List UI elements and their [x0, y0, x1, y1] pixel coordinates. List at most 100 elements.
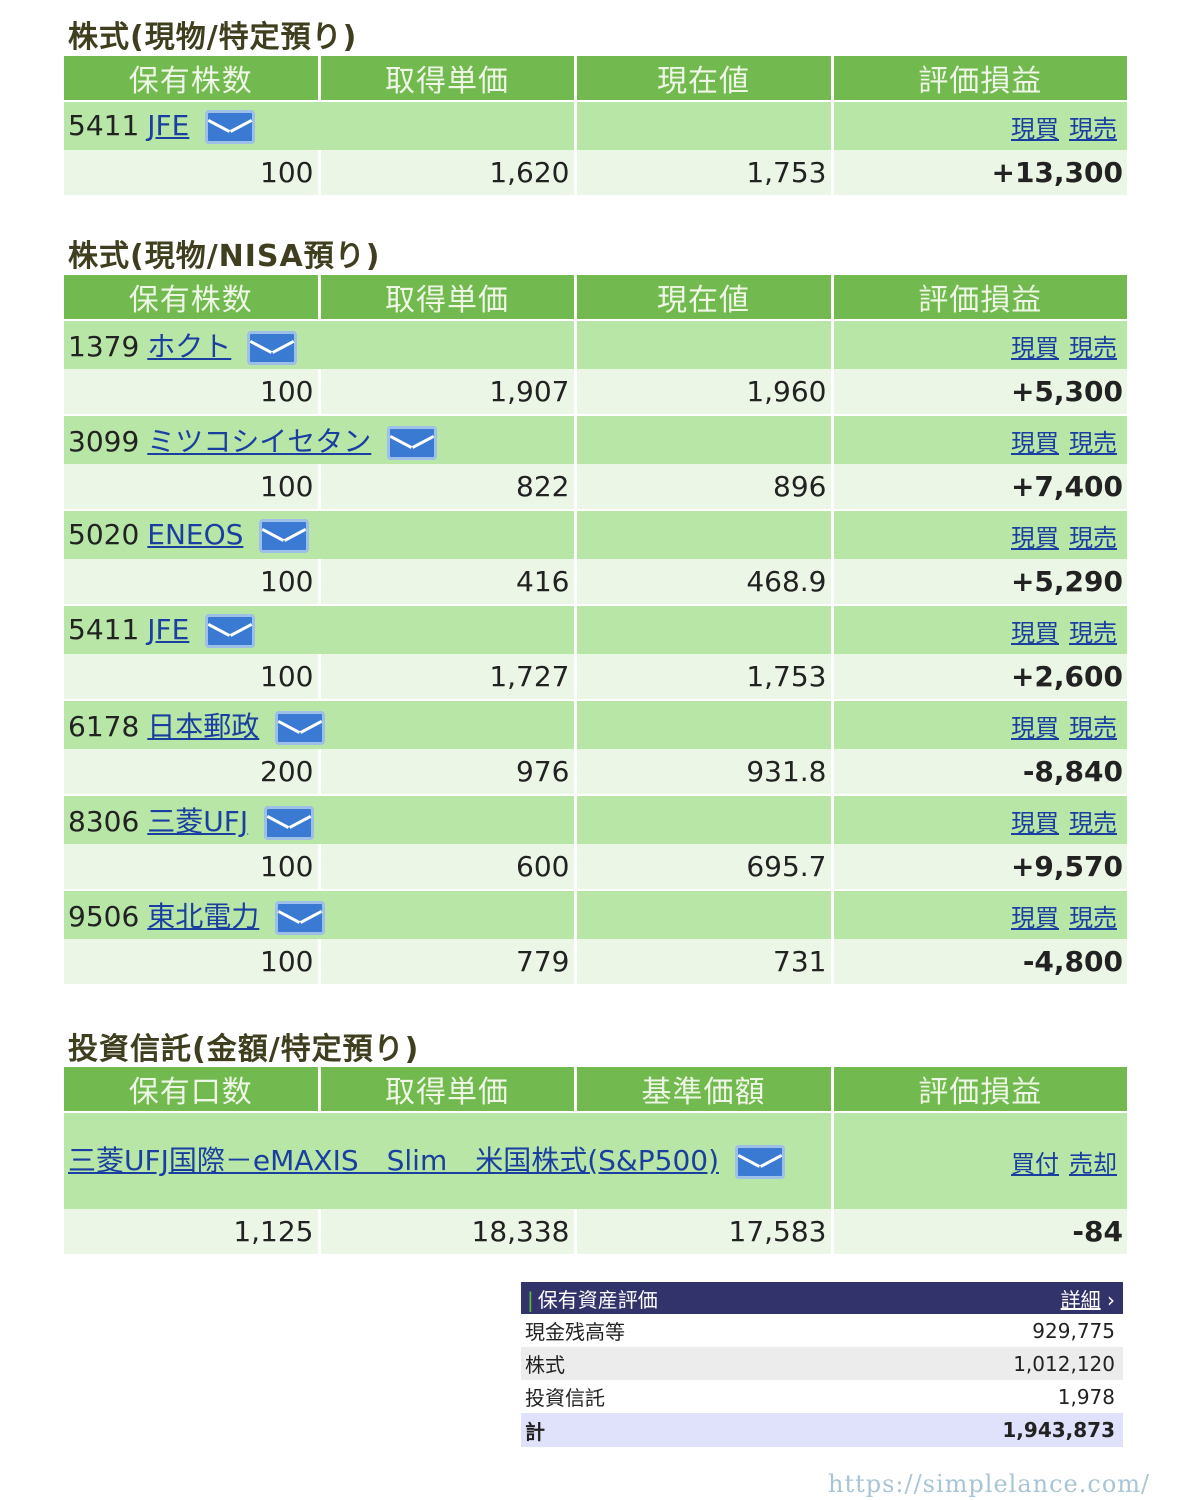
cash-sell-link[interactable]: 現売 — [1069, 904, 1117, 932]
profit-loss: +5,290 — [832, 559, 1127, 605]
fund-table: 保有口数 取得単価 基準価額 評価損益 三菱UFJ国際－eMAXIS Slim … — [64, 1067, 1127, 1254]
stock-code: 5411 — [68, 108, 140, 142]
shares-held: 100 — [64, 844, 321, 890]
blank-cell — [575, 794, 834, 844]
trade-action-cell: 現買 現売 — [832, 319, 1127, 369]
tokutei-stock-table: 保有株数 取得単価 現在値 評価損益 5411 JFE 現買 現売 100 1,620 1,… — [64, 56, 1127, 195]
shares-held: 100 — [64, 464, 321, 510]
cash-sell-link[interactable]: 現売 — [1069, 524, 1117, 552]
profit-loss: -8,840 — [832, 749, 1127, 795]
stock-name-link[interactable]: 東北電力 — [147, 900, 259, 933]
stock-name-link[interactable]: ENEOS — [147, 518, 243, 551]
cash-buy-link[interactable]: 現買 — [1011, 619, 1059, 647]
summary-row-stocks: 株式 1,012,120 — [521, 1347, 1123, 1380]
trade-action-cell: 現買 現売 — [832, 100, 1127, 150]
current-price: 931.8 — [575, 749, 834, 795]
cash-sell-link[interactable]: 現売 — [1069, 809, 1117, 837]
cash-buy-link[interactable]: 現買 — [1011, 524, 1059, 552]
fund-sell-link[interactable]: 売却 — [1069, 1150, 1117, 1178]
cash-buy-link[interactable]: 現買 — [1011, 904, 1059, 932]
section-title-mutual-funds: 投資信託(金額/特定預り) — [68, 1032, 420, 1067]
cash-sell-link[interactable]: 現売 — [1069, 334, 1117, 362]
stock-name-cell: 3099 ミツコシイセタン — [64, 414, 577, 464]
stock-name-row: 1379 ホクト 現買 現売 — [64, 319, 1127, 369]
acquisition-price: 1,620 — [319, 150, 577, 195]
section-title-nisa-stocks: 株式(現物/NISA預り) — [68, 239, 381, 274]
stock-code: 9506 — [68, 900, 140, 933]
summary-row-cash: 現金残高等 929,775 — [521, 1314, 1123, 1347]
mail-icon[interactable] — [275, 711, 326, 745]
cash-sell-link[interactable]: 現売 — [1069, 714, 1117, 742]
stock-name-row: 5411 JFE 現買 現売 — [64, 100, 1127, 150]
summary-value: 1,978 — [1057, 1384, 1115, 1409]
blank-cell — [575, 319, 834, 369]
cash-buy-link[interactable]: 現買 — [1011, 809, 1059, 837]
cash-buy-link[interactable]: 現買 — [1011, 429, 1059, 457]
stock-name-cell: 1379 ホクト — [64, 319, 577, 369]
stock-name-row: 3099 ミツコシイセタン 現買 現売 — [64, 414, 1127, 464]
shares-held: 100 — [64, 559, 321, 605]
trade-action-cell: 現買 現売 — [832, 509, 1127, 559]
fund-cost: 18,338 — [319, 1209, 577, 1254]
fund-buy-link[interactable]: 買付 — [1011, 1150, 1059, 1178]
header-cost: 取得単価 — [319, 1067, 577, 1112]
header-pl: 評価損益 — [832, 1067, 1127, 1112]
acquisition-price: 600 — [319, 844, 577, 890]
cash-buy-link[interactable]: 現買 — [1011, 334, 1059, 362]
stock-name-link[interactable]: JFE — [147, 109, 189, 142]
stock-code: 3099 — [68, 425, 140, 458]
stock-value-row: 100 1,620 1,753 +13,300 — [64, 150, 1127, 195]
mail-icon[interactable] — [264, 806, 315, 840]
stock-value-row: 100 1,727 1,753 +2,600 — [64, 654, 1127, 700]
stock-code: 6178 — [68, 710, 140, 743]
stock-name-link[interactable]: ミツコシイセタン — [147, 425, 371, 458]
stock-value-row: 100 1,907 1,960 +5,300 — [64, 369, 1127, 415]
detail-link[interactable]: 詳細 — [1061, 1288, 1101, 1312]
acquisition-price: 1,727 — [319, 654, 577, 700]
stock-name-link[interactable]: JFE — [147, 613, 189, 646]
summary-row-total: 計 1,943,873 — [521, 1413, 1123, 1447]
shares-held: 200 — [64, 749, 321, 795]
profit-loss: +5,300 — [832, 369, 1127, 415]
mail-icon[interactable] — [205, 613, 256, 648]
fund-name-link[interactable]: 三菱UFJ国際－eMAXIS Slim 米国株式(S&P500) — [68, 1144, 719, 1177]
section-title-tokutei-stocks: 株式(現物/特定預り) — [68, 20, 358, 55]
stock-value-row: 100 416 468.9 +5,290 — [64, 559, 1127, 605]
header-price: 現在値 — [575, 56, 834, 101]
stock-name-cell: 8306 三菱UFJ — [64, 794, 577, 844]
mail-icon[interactable] — [205, 109, 256, 144]
summary-value: 929,775 — [1032, 1318, 1115, 1343]
cash-buy-link[interactable]: 現買 — [1011, 714, 1059, 742]
stock-name-link[interactable]: 三菱UFJ — [147, 805, 248, 838]
stock-name-row: 5020 ENEOS 現買 現売 — [64, 509, 1127, 559]
fund-nav: 17,583 — [575, 1209, 834, 1254]
cash-buy-link[interactable]: 現買 — [1011, 115, 1059, 143]
fund-pl: -84 — [832, 1209, 1127, 1254]
summary-header: | 保有資産評価 詳細 › — [521, 1282, 1123, 1314]
current-price: 468.9 — [575, 559, 834, 605]
stock-code: 1379 — [68, 330, 140, 363]
mail-icon[interactable] — [735, 1145, 786, 1179]
blank-cell — [575, 889, 834, 939]
mail-icon[interactable] — [387, 426, 438, 460]
mail-icon[interactable] — [275, 901, 326, 935]
stock-value-row: 100 779 731 -4,800 — [64, 939, 1127, 984]
stock-value-row: 200 976 931.8 -8,840 — [64, 749, 1127, 795]
stock-name-link[interactable]: ホクト — [147, 330, 231, 363]
mail-icon[interactable] — [259, 518, 310, 553]
header-units: 保有口数 — [64, 1067, 321, 1112]
stock-name-row: 6178 日本郵政 現買 現売 — [64, 699, 1127, 749]
fund-name-row: 三菱UFJ国際－eMAXIS Slim 米国株式(S&P500) 買付 売却 — [64, 1111, 1127, 1209]
stock-name-cell: 9506 東北電力 — [64, 889, 577, 939]
mail-icon[interactable] — [247, 331, 298, 365]
blank-cell — [575, 509, 834, 559]
blank-cell — [575, 100, 834, 150]
stock-name-link[interactable]: 日本郵政 — [147, 710, 259, 743]
cash-sell-link[interactable]: 現売 — [1069, 429, 1117, 457]
cash-sell-link[interactable]: 現売 — [1069, 115, 1117, 143]
blank-cell — [575, 414, 834, 464]
acquisition-price: 976 — [319, 749, 577, 795]
detail-link-wrap[interactable]: 詳細 › — [1061, 1284, 1115, 1313]
stock-code: 8306 — [68, 805, 140, 838]
cash-sell-link[interactable]: 現売 — [1069, 619, 1117, 647]
